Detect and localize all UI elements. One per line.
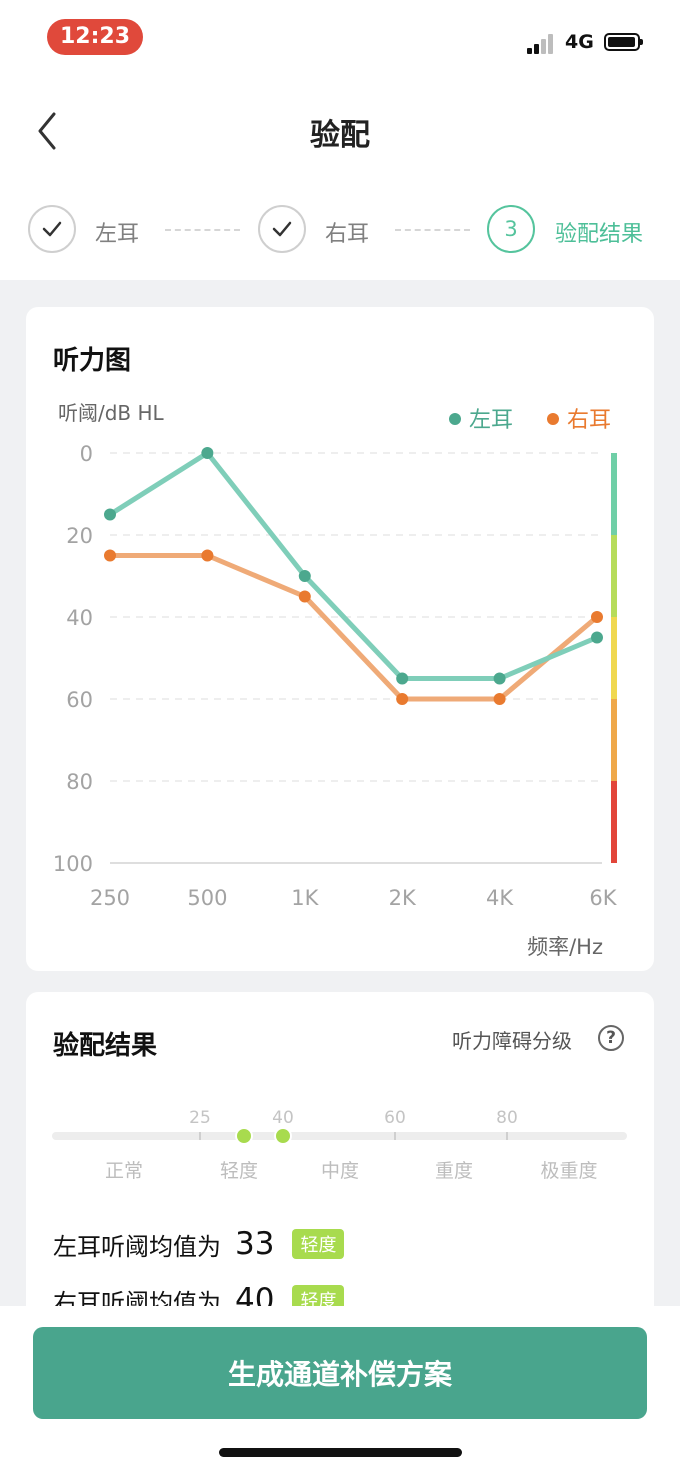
grade-severe: 重度	[434, 1160, 473, 1182]
x-tick-label: 500	[187, 886, 227, 910]
y-tick-label: 80	[66, 770, 93, 794]
y-tick-label: 100	[53, 852, 93, 876]
hearing-grade-scale	[52, 1132, 627, 1140]
legend-dot	[547, 413, 559, 425]
audiogram-chart: 听阈/dB HL 频率/Hz 0 20 40 60 80 100 250 500 1K 2K 4K 6…	[53, 401, 618, 959]
data-point-right-ear	[201, 549, 214, 562]
x-axis-label: 频率/Hz	[527, 935, 603, 959]
legend-label: 右耳	[567, 408, 611, 433]
scale-number: 80	[496, 1108, 518, 1128]
data-point-left-ear	[201, 447, 214, 459]
x-tick-label: 250	[90, 886, 130, 910]
scale-number: 60	[384, 1108, 406, 1128]
scale-tick	[394, 1132, 396, 1140]
severity-band	[611, 535, 617, 617]
data-point-left-ear	[591, 631, 603, 644]
legend-dot	[449, 413, 461, 425]
y-tick-label: 0	[80, 442, 93, 466]
x-tick-label: 6K	[589, 886, 617, 910]
grading-link[interactable]: 听力障碍分级	[452, 1025, 572, 1054]
scale-tick	[199, 1132, 201, 1140]
scale-tick	[506, 1132, 508, 1140]
left-ear-result-label: 左耳听阈均值为	[53, 1232, 221, 1261]
y-axis-label: 听阈/dB HL	[58, 401, 165, 425]
grade-profound: 极重度	[540, 1160, 598, 1182]
scale-number: 25	[189, 1108, 211, 1128]
severity-band	[611, 617, 617, 699]
data-point-right-ear	[396, 693, 409, 705]
right-ear-marker	[274, 1127, 292, 1145]
severity-band	[611, 699, 617, 781]
y-tick-label: 60	[66, 688, 93, 712]
data-point-right-ear	[493, 693, 506, 705]
grade-mild: 轻度	[219, 1160, 258, 1182]
y-tick-label: 40	[66, 606, 93, 630]
legend-label: 左耳	[469, 408, 513, 433]
grade-moderate: 中度	[320, 1160, 359, 1182]
data-point-right-ear	[298, 590, 311, 603]
x-tick-label: 1K	[291, 886, 319, 910]
left-ear-result: 左耳听阈均值为 33 轻度	[53, 1226, 345, 1262]
y-tick-label: 20	[66, 524, 93, 548]
data-point-left-ear	[493, 672, 506, 685]
x-tick-label: 4K	[486, 886, 514, 910]
generate-plan-button[interactable]: 生成通道补偿方案	[33, 1327, 647, 1419]
severity-band	[611, 453, 617, 535]
severity-band	[611, 781, 617, 863]
data-point-left-ear	[396, 672, 409, 685]
home-indicator	[219, 1448, 462, 1457]
data-point-left-ear	[104, 508, 116, 521]
left-ear-grade-badge: 轻度	[292, 1229, 345, 1259]
scale-number: 40	[272, 1108, 294, 1128]
help-icon[interactable]: ?	[598, 1025, 624, 1051]
left-ear-marker	[235, 1127, 253, 1145]
grade-normal: 正常	[104, 1160, 143, 1182]
x-tick-label: 2K	[389, 886, 417, 910]
data-point-right-ear	[591, 611, 603, 623]
result-title: 验配结果	[53, 1031, 158, 1061]
data-point-right-ear	[104, 549, 116, 562]
data-point-left-ear	[298, 570, 311, 582]
left-ear-result-value: 33	[235, 1226, 275, 1262]
